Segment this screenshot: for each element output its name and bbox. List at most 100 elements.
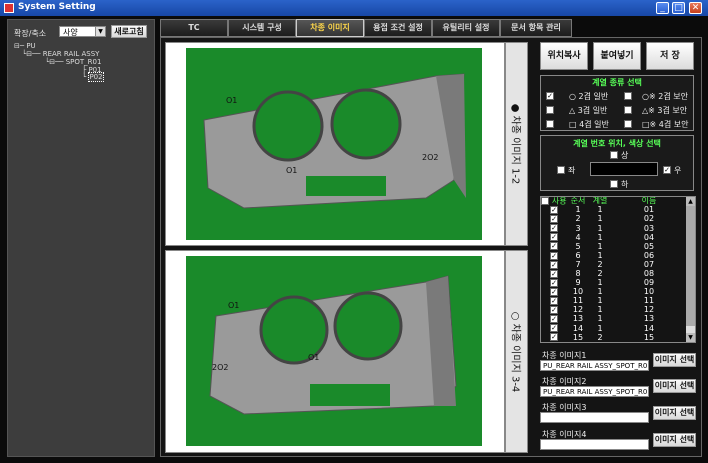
cell-series: 1 — [597, 314, 603, 324]
table-row[interactable]: ✓ 7 2 07 — [541, 260, 687, 270]
tab-tc[interactable]: TC — [160, 19, 228, 37]
pos-up-checkbox[interactable] — [610, 151, 618, 159]
tab-document-items[interactable]: 문서 항목 관리 — [500, 19, 572, 37]
tree-node-assy[interactable]: └⊟── REAR RAIL ASSY — [22, 50, 99, 58]
scroll-up-icon[interactable]: ▲ — [686, 197, 695, 206]
row-use-checkbox[interactable]: ✓ — [550, 233, 558, 242]
vehicle-photo-1[interactable]: O1 2O2 O1 — [186, 48, 482, 240]
row-use-checkbox[interactable]: ✓ — [550, 297, 558, 306]
row-use-checkbox[interactable]: ✓ — [550, 315, 558, 324]
row-use-checkbox[interactable]: ✓ — [550, 215, 558, 224]
tab-utility[interactable]: 유틸리티 설정 — [432, 19, 500, 37]
table-row[interactable]: ✓ 4 1 04 — [541, 233, 687, 242]
row-use-checkbox[interactable]: ✓ — [550, 260, 558, 269]
chevron-down-icon: ▼ — [95, 27, 105, 36]
save-button[interactable]: 저 장 — [646, 42, 694, 70]
row-use-checkbox[interactable]: ✓ — [550, 278, 558, 287]
image-pane-2-label[interactable]: ○ 차종 이미지 3-4 — [505, 250, 528, 453]
vehicle-photo-2[interactable]: O1 2O2 O1 — [186, 256, 482, 446]
image-pane-1-label[interactable]: ● 차종 이미지 1-2 — [505, 42, 528, 246]
image-field-2-input[interactable]: PU_REAR RAIL ASSY_SPOT_R01_ — [540, 386, 649, 397]
zoom-select-value: 사양 — [63, 28, 78, 37]
row-use-checkbox[interactable]: ✓ — [550, 333, 558, 342]
pos-left-label: 좌 — [568, 166, 576, 175]
pos-down-checkbox[interactable] — [610, 180, 618, 188]
table-header: 사용 순서 계열 이름 — [541, 197, 687, 206]
tab-weld-condition[interactable]: 용접 조건 설정 — [364, 19, 432, 37]
tree-node-p02[interactable]: └ P02 — [82, 72, 104, 82]
series-4-secure-checkbox[interactable] — [624, 120, 632, 128]
table-row[interactable]: ✓ 5 1 05 — [541, 242, 687, 251]
series-type-title: 계열 종류 선택 — [592, 78, 642, 87]
series-3-normal-checkbox[interactable] — [546, 106, 554, 114]
image-field-1-input[interactable]: PU_REAR RAIL ASSY_SPOT_R01_ — [540, 360, 649, 371]
cell-series: 2 — [597, 332, 603, 342]
spot-table: 사용 순서 계열 이름 ✓ 1 1 01 ✓ 2 1 02 ✓ 3 1 03 ✓ 4 1 04 ✓ 5 1 05 ✓ 6 1… — [540, 196, 696, 343]
series-2-secure-checkbox[interactable] — [624, 92, 632, 100]
image-select-button-2[interactable]: 이미지 선택 — [653, 379, 696, 393]
tree-node-spot[interactable]: └⊟── SPOT_R01 — [45, 58, 101, 66]
table-row[interactable]: ✓ 13 1 13 — [541, 315, 687, 324]
pos-right-checkbox[interactable]: ✓ — [663, 166, 671, 174]
table-row[interactable]: ✓ 10 1 10 — [541, 287, 687, 297]
scroll-down-icon[interactable]: ▼ — [686, 333, 695, 342]
image-select-button-3[interactable]: 이미지 선택 — [653, 406, 696, 420]
image-field-3-input[interactable] — [540, 412, 649, 423]
row-use-checkbox[interactable]: ✓ — [550, 269, 558, 278]
refresh-button[interactable]: 새로고침 — [111, 25, 147, 38]
series-3-secure-checkbox[interactable] — [624, 106, 632, 114]
color-swatch[interactable] — [590, 162, 658, 176]
series-2-normal-checkbox[interactable]: ✓ — [546, 92, 554, 100]
svg-text:2O2: 2O2 — [422, 153, 438, 162]
zoom-select[interactable]: 사양 ▼ — [59, 26, 106, 37]
table-row[interactable]: ✓ 8 2 08 — [541, 269, 687, 279]
scroll-thumb[interactable] — [686, 206, 695, 326]
maximize-button[interactable]: □ — [672, 2, 685, 14]
table-row[interactable]: ✓ 15 2 15 — [541, 333, 687, 342]
cell-order: 13 — [572, 314, 584, 324]
tab-vehicle-image[interactable]: 차종 이미지 — [296, 19, 364, 37]
cell-series: 1 — [597, 214, 603, 224]
cell-order: 3 — [575, 223, 581, 233]
svg-text:2O2: 2O2 — [212, 363, 228, 372]
table-row[interactable]: ✓ 6 1 06 — [541, 251, 687, 261]
tree-node-pu[interactable]: ⊟─ PU — [14, 42, 36, 50]
select-all-checkbox[interactable] — [541, 197, 550, 205]
table-row[interactable]: ✓ 9 1 09 — [541, 278, 687, 288]
table-row[interactable]: ✓ 14 1 14 — [541, 324, 687, 333]
row-use-checkbox[interactable]: ✓ — [550, 251, 558, 260]
table-row[interactable]: ✓ 12 1 12 — [541, 306, 687, 315]
image-field-4-input[interactable] — [540, 439, 649, 450]
row-use-checkbox[interactable]: ✓ — [550, 287, 558, 296]
series-3-secure-label: △※ 3겹 보안 — [642, 106, 688, 115]
image-select-button-1[interactable]: 이미지 선택 — [653, 353, 696, 367]
table-row[interactable]: ✓ 3 1 03 — [541, 224, 687, 233]
table-row[interactable]: ✓ 11 1 11 — [541, 296, 687, 306]
row-use-checkbox[interactable]: ✓ — [550, 242, 558, 251]
col-use: 사용 — [551, 196, 567, 206]
row-use-checkbox[interactable]: ✓ — [550, 224, 558, 233]
minimize-button[interactable]: _ — [656, 2, 669, 14]
row-use-checkbox[interactable]: ✓ — [550, 324, 558, 333]
series-2-normal-label: ○ 2겹 일반 — [569, 92, 609, 101]
part-image-2: O1 2O2 O1 — [209, 275, 457, 415]
copy-position-button[interactable]: 위치복사 — [540, 42, 588, 70]
table-scrollbar[interactable]: ▲ ▼ — [686, 197, 695, 342]
row-use-checkbox[interactable]: ✓ — [550, 306, 558, 315]
paste-button[interactable]: 붙여넣기 — [593, 42, 641, 70]
pos-right-label: 우 — [674, 166, 682, 175]
series-4-normal-label: □ 4겹 일반 — [569, 120, 609, 129]
part-image-1: O1 2O2 O1 — [203, 73, 466, 209]
image-select-button-4[interactable]: 이미지 선택 — [653, 433, 696, 447]
svg-text:O1: O1 — [308, 353, 319, 362]
tab-system-config[interactable]: 시스템 구성 — [228, 19, 296, 37]
row-use-checkbox[interactable]: ✓ — [550, 206, 558, 215]
close-button[interactable]: ✕ — [689, 2, 702, 14]
pos-left-checkbox[interactable] — [557, 166, 565, 174]
series-4-normal-checkbox[interactable] — [546, 120, 554, 128]
table-row[interactable]: ✓ 1 1 01 — [541, 205, 687, 215]
table-row[interactable]: ✓ 2 1 02 — [541, 215, 687, 224]
tree-panel — [7, 19, 155, 457]
cell-name: 03 — [643, 223, 655, 233]
pos-up-label: 상 — [621, 151, 629, 160]
